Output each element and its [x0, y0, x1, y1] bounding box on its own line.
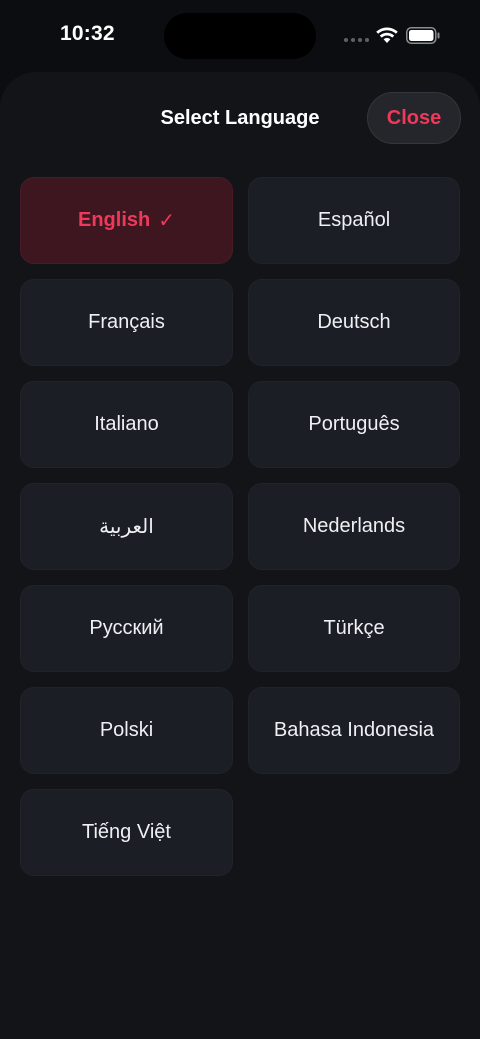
language-label: Español [317, 209, 391, 231]
language-label: Türkçe [323, 617, 385, 639]
language-option-vietnamese[interactable]: Tiếng Việt [20, 789, 233, 876]
checkmark-icon: ✓ [158, 210, 175, 232]
language-label: Русский [89, 617, 164, 639]
screen: 10:32 Select Language Close English ✓ Es… [0, 0, 480, 1039]
language-label: Deutsch [317, 311, 391, 333]
language-option-indonesian[interactable]: Bahasa Indonesia [248, 687, 460, 774]
language-label: English [78, 209, 151, 231]
language-option-dutch[interactable]: Nederlands [248, 483, 460, 570]
language-option-polish[interactable]: Polski [20, 687, 233, 774]
wifi-icon [376, 27, 398, 43]
language-label: Tiếng Việt [82, 821, 171, 843]
language-label: Português [308, 413, 400, 435]
language-option-french[interactable]: Français [20, 279, 233, 366]
language-label: العربية [99, 516, 154, 538]
close-button[interactable]: Close [367, 92, 461, 144]
language-label: Bahasa Indonesia [273, 719, 435, 741]
language-label: Italiano [94, 413, 159, 435]
language-option-german[interactable]: Deutsch [248, 279, 460, 366]
language-grid: English ✓ Español Français Deutsch Itali… [20, 177, 460, 876]
language-option-italian[interactable]: Italiano [20, 381, 233, 468]
cellular-signal-icon [344, 38, 369, 44]
language-sheet: Select Language Close English ✓ Español … [0, 72, 480, 1039]
status-time: 10:32 [60, 22, 115, 45]
language-label: Nederlands [302, 515, 406, 537]
language-option-english[interactable]: English ✓ [20, 177, 233, 264]
battery-icon [406, 27, 440, 44]
status-bar: 10:32 [0, 0, 480, 72]
language-option-arabic[interactable]: العربية [20, 483, 233, 570]
language-label: Polski [99, 719, 154, 741]
dynamic-island [164, 13, 316, 59]
language-option-russian[interactable]: Русский [20, 585, 233, 672]
language-label: Français [88, 311, 165, 333]
language-option-portuguese[interactable]: Português [248, 381, 460, 468]
language-option-turkish[interactable]: Türkçe [248, 585, 460, 672]
language-option-spanish[interactable]: Español [248, 177, 460, 264]
